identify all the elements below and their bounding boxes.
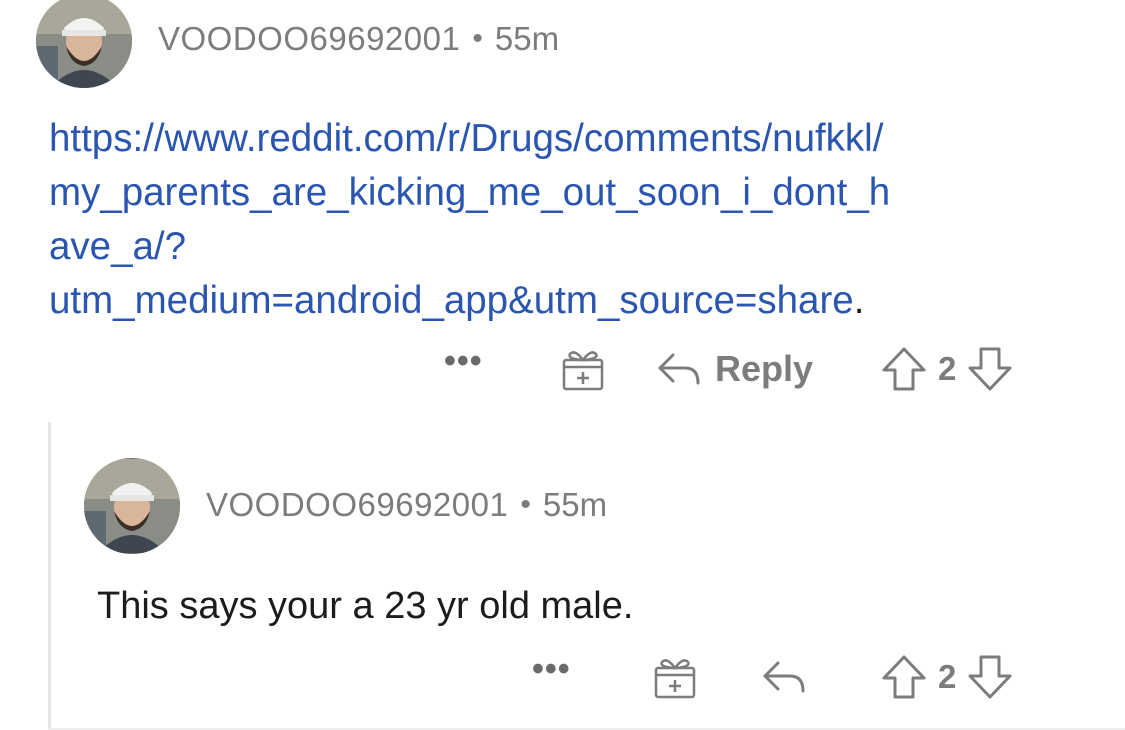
more-options-icon: ••• <box>532 650 571 688</box>
avatar-photo-icon <box>84 459 180 553</box>
link-trailing-period: . <box>853 279 865 322</box>
vote-controls: 2 <box>880 652 1014 702</box>
timestamp: 55m <box>542 486 608 523</box>
comment-link[interactable]: https://www.reddit.com/r/Drugs/comments/… <box>49 112 1089 166</box>
comment-actions: ••• Reply 2 <box>0 344 1125 394</box>
vote-score: 2 <box>938 350 957 387</box>
reply-label: Reply <box>715 348 814 389</box>
link-line[interactable]: my_parents_are_kicking_me_out_soon_i_don… <box>49 171 890 214</box>
user-avatar[interactable] <box>84 458 180 554</box>
username[interactable]: VOODOO69692001 <box>158 20 460 58</box>
comment-body: This says your a 23 yr old male. <box>97 585 634 627</box>
link-line[interactable]: utm_medium=android_app&utm_source=share <box>49 279 854 322</box>
meta-separator: • <box>472 22 483 55</box>
award-button[interactable] <box>650 652 700 702</box>
link-line[interactable]: ave_a/? <box>49 225 186 268</box>
vote-score: 2 <box>938 658 957 695</box>
downvote-arrow-icon[interactable] <box>966 345 1014 393</box>
comment-link[interactable]: ave_a/? <box>49 220 1089 274</box>
comment-body: https://www.reddit.com/r/Drugs/comments/… <box>49 112 1089 328</box>
username[interactable]: VOODOO69692001 <box>206 486 508 524</box>
comment-link[interactable]: utm_medium=android_app&utm_source=share. <box>49 274 1089 328</box>
comment-meta: VOODOO69692001 • 55m <box>158 20 559 58</box>
reply-button[interactable]: Reply <box>655 344 813 394</box>
gift-award-icon <box>654 659 696 699</box>
reply-button[interactable] <box>760 652 808 702</box>
link-line[interactable]: https://www.reddit.com/r/Drugs/comments/… <box>49 117 883 160</box>
upvote-arrow-icon[interactable] <box>880 653 928 701</box>
reply-arrow-icon <box>658 353 700 385</box>
vote-controls: 2 <box>880 344 1014 394</box>
timestamp: 55m <box>494 20 560 57</box>
reply-arrow-icon <box>763 661 805 693</box>
award-button[interactable] <box>558 344 608 394</box>
meta-separator: • <box>520 488 531 521</box>
gift-award-icon <box>562 351 604 391</box>
downvote-arrow-icon[interactable] <box>966 653 1014 701</box>
avatar-photo-icon <box>36 0 132 88</box>
more-options-button[interactable]: ••• <box>532 652 571 702</box>
comment-meta: VOODOO69692001 • 55m <box>206 486 607 524</box>
more-options-icon: ••• <box>444 342 483 380</box>
upvote-arrow-icon[interactable] <box>880 345 928 393</box>
comment-actions: ••• 2 <box>0 652 1125 702</box>
more-options-button[interactable]: ••• <box>444 344 483 394</box>
comment-link[interactable]: my_parents_are_kicking_me_out_soon_i_don… <box>49 166 1089 220</box>
user-avatar[interactable] <box>36 0 132 88</box>
